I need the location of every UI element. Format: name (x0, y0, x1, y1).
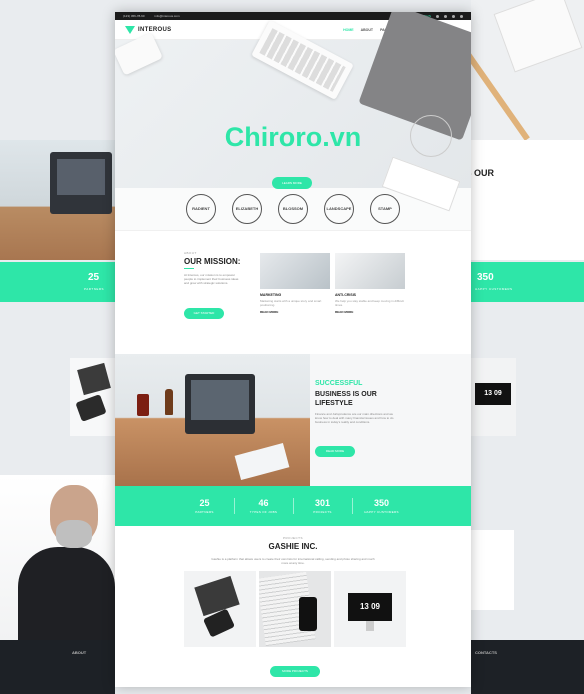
bg-man-portrait (0, 475, 115, 640)
anti-crisis-image (335, 253, 405, 289)
bg-right-card (469, 530, 514, 610)
stats-strip: 25 PARTNERS 46 TYPES OF JOBS 301 PROJECTS 3… (115, 486, 471, 526)
mission-eyebrow: ABOUT (184, 251, 197, 255)
projects-heading: GASHIE INC. (268, 542, 318, 551)
bg-footer-left: ABOUT (0, 640, 115, 694)
juice-glass (137, 394, 149, 416)
mission-section: ABOUT OUR MISSION: At Interous, our miss… (115, 231, 471, 354)
website-mockup: (123) 456-78-90 info@interous.com LOGIN … (115, 12, 471, 687)
logo-triangle-icon (125, 25, 135, 34)
stat-label: PROJECTS (313, 510, 332, 514)
projects-eyebrow: PROJECTS (282, 536, 303, 540)
project-thumb-newspaper[interactable] (259, 571, 331, 647)
hero-section: Chiroro.vn LEARN MORE (115, 12, 471, 212)
projects-section: PROJECTS GASHIE INC. Gashie is a platfor… (115, 526, 471, 687)
get-started-button[interactable]: GET STARTED (184, 308, 224, 319)
clock-display: 13 09 (348, 593, 392, 621)
card-text: Marketing starts with a unique story and… (260, 299, 322, 307)
projects-text: Gashie is a platform that allows users t… (211, 557, 375, 566)
client-badge: RADIENT (186, 194, 216, 224)
stat-value: 25 (199, 498, 210, 508)
facebook-icon[interactable] (436, 14, 439, 18)
watermark-text: Chiroro.vn (224, 122, 362, 152)
bg-left-stat-strip: 25 PARTNERS (0, 262, 115, 302)
stat-projects: 301 PROJECTS (294, 498, 353, 514)
client-badge: STAMP (370, 194, 400, 224)
success-section: SUCCESSFUL BUSINESS IS OUR LIFESTYLE Fin… (115, 354, 471, 486)
bg-left-stat-label: PARTNERS (84, 287, 105, 291)
topbar-phone: (123) 456-78-90 (123, 14, 145, 18)
stat-value: 46 (258, 498, 269, 508)
bg-left-laptop (50, 152, 112, 214)
bg-right-clock-photo: 13 09 (469, 358, 516, 436)
success-kicker: SUCCESSFUL (315, 380, 363, 387)
card-title: MARKETING (260, 293, 282, 297)
client-badge: LANDSCAPE (324, 194, 354, 224)
laptop-image (185, 374, 255, 434)
stat-jobs: 46 TYPES OF JOBS (235, 498, 294, 514)
topbar-email: info@interous.com (154, 14, 180, 18)
success-heading: BUSINESS IS OUR LIFESTYLE (315, 391, 377, 407)
hero-button[interactable]: LEARN MORE (272, 177, 312, 189)
read-more-link[interactable]: READ MORE (335, 310, 405, 314)
bg-right-stat-strip: 350 HAPPY CUSTOMERS (471, 262, 584, 302)
stat-partners: 25 PARTNERS (176, 498, 235, 514)
stat-customers: 350 HAPPY CUSTOMERS (353, 498, 411, 514)
bg-right-stat-label: HAPPY CUSTOMERS (475, 287, 513, 291)
logo[interactable]: INTEROUS (125, 25, 172, 34)
bg-left-stat-value: 25 (88, 272, 100, 283)
service-card-anti-crisis: ANTI-CRISIS We help you stay stable and … (335, 253, 405, 314)
success-text: Finance and Jurisprudence are our main d… (315, 412, 394, 425)
bottle (165, 389, 173, 415)
bg-footer-right: CONTACTS (471, 640, 584, 694)
project-thumb-notebook[interactable] (184, 571, 256, 647)
stat-value: 301 (314, 498, 331, 508)
mission-text: At Interous, our mission is to empower p… (184, 273, 239, 286)
google-plus-icon[interactable] (452, 14, 455, 18)
bg-footer-about: ABOUT (72, 650, 87, 655)
nav-about[interactable]: ABOUT (361, 28, 373, 32)
bg-right-stat-value: 350 (477, 272, 494, 283)
card-title: ANTI-CRISIS (335, 293, 356, 297)
read-more-link[interactable]: READ MORE (260, 310, 330, 314)
client-badge: ELIZABETH (232, 194, 262, 224)
stat-value: 350 (373, 498, 390, 508)
client-badge: BLOSSOM (278, 194, 308, 224)
mission-heading: OUR MISSION: (184, 257, 241, 269)
linkedin-icon[interactable] (460, 14, 463, 18)
bg-footer-contacts: CONTACTS (475, 650, 497, 655)
success-read-more-button[interactable]: READ MORE (315, 446, 355, 457)
bg-clock-display: 13 09 (475, 383, 511, 405)
project-thumb-clock[interactable]: 13 09 (334, 571, 406, 647)
twitter-icon[interactable] (444, 14, 447, 18)
bg-right-panel (471, 140, 584, 260)
logo-text: INTEROUS (138, 26, 172, 33)
stat-label: HAPPY CUSTOMERS (364, 510, 399, 514)
more-projects-button[interactable]: MORE PROJECTS (270, 666, 320, 677)
stat-label: PARTNERS (195, 510, 214, 514)
card-text: We help you stay stable and keep moving … (335, 299, 404, 307)
marketing-image (260, 253, 330, 289)
stat-label: TYPES OF JOBS (249, 510, 278, 514)
bg-left-phone-photo (70, 358, 115, 436)
service-card-marketing: MARKETING Marketing starts with a unique… (260, 253, 330, 314)
nav-home[interactable]: HOME (343, 28, 354, 32)
